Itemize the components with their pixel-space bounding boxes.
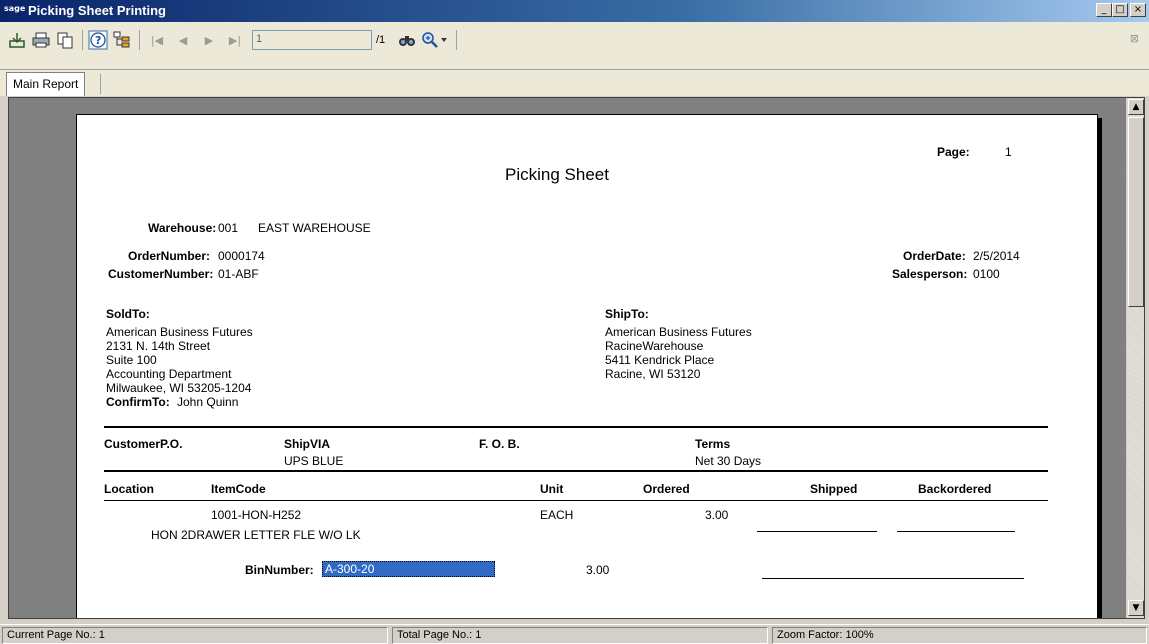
first-page-icon[interactable]: |◀ <box>147 34 167 47</box>
col-ordered: Ordered <box>643 482 690 496</box>
ship-to-line: 5411 Kendrick Place <box>605 353 715 367</box>
bin-shipped-blank <box>762 578 1024 579</box>
salesperson: 0100 <box>973 267 1000 281</box>
col-backordered: Backordered <box>918 482 992 496</box>
scroll-thumb[interactable] <box>1128 117 1144 307</box>
ship-to-line: Racine, WI 53120 <box>605 367 701 381</box>
toolbar-separator <box>139 30 140 50</box>
close-button[interactable]: × <box>1130 3 1146 17</box>
bin-quantity: 3.00 <box>586 563 610 577</box>
close-report-icon[interactable]: ⊠ <box>1130 32 1139 45</box>
line-unit: EACH <box>540 508 574 522</box>
zoom-icon[interactable] <box>420 29 450 51</box>
svg-text:?: ? <box>95 34 101 47</box>
report-tabs: Main Report <box>0 70 1149 96</box>
previous-page-icon[interactable]: ◀ <box>173 34 193 47</box>
window-title: Picking Sheet Printing <box>28 3 166 18</box>
order-number-label: OrderNumber: <box>128 249 211 263</box>
toolbar-separator <box>456 30 457 50</box>
col-unit: Unit <box>540 482 564 496</box>
page-number: 1 <box>1005 145 1012 159</box>
order-number: 0000174 <box>218 249 265 263</box>
order-date: 2/5/2014 <box>973 249 1020 263</box>
sage-logo: sage <box>4 4 26 13</box>
tab-main-report[interactable]: Main Report <box>6 72 86 96</box>
last-page-icon[interactable]: ▶| <box>225 34 245 47</box>
toolbar-separator <box>82 30 83 50</box>
ship-via-label: ShipVIA <box>284 437 331 451</box>
customer-number-label: CustomerNumber: <box>108 267 214 281</box>
scroll-down-icon[interactable]: ▼ <box>1128 600 1144 616</box>
ship-to-line: RacineWarehouse <box>605 339 704 353</box>
terms-label: Terms <box>695 437 731 451</box>
report-title: Picking Sheet <box>505 165 609 184</box>
backordered-blank <box>897 531 1015 532</box>
warehouse-code: 001 <box>218 221 239 235</box>
divider <box>104 426 1048 428</box>
order-date-label: OrderDate: <box>903 249 966 263</box>
report-toolbar: ? |◀ ◀ ▶ ▶| 1 /1 ⊠ <box>0 22 1149 70</box>
minimize-button[interactable]: _ <box>1096 3 1112 17</box>
terms: Net 30 Days <box>695 454 762 468</box>
tab-separator <box>100 74 101 94</box>
line-description: HON 2DRAWER LETTER FLE W/O LK <box>151 528 361 542</box>
report-viewer[interactable]: Page: 1 Picking Sheet Warehouse: 001 EAS… <box>8 97 1145 619</box>
bin-number-label: BinNumber: <box>245 563 314 577</box>
total-page-status: Total Page No.: 1 <box>392 627 768 644</box>
divider <box>104 500 1048 501</box>
report-page: Page: 1 Picking Sheet Warehouse: 001 EAS… <box>76 114 1098 618</box>
ship-to-label: ShipTo: <box>605 307 649 321</box>
shipped-blank <box>757 531 877 532</box>
ship-to-line: American Business Futures <box>605 325 752 339</box>
page-number-input[interactable]: 1 <box>252 30 372 50</box>
col-shipped: Shipped <box>810 482 858 496</box>
zoom-status: Zoom Factor: 100% <box>772 627 1147 644</box>
window-controls: _ □ × <box>1096 3 1146 17</box>
find-icon[interactable] <box>396 29 418 51</box>
warehouse-name: EAST WAREHOUSE <box>258 221 371 235</box>
page-total: /1 <box>376 34 386 46</box>
sold-to-label: SoldTo: <box>106 307 150 321</box>
current-page-status: Current Page No.: 1 <box>2 627 388 644</box>
export-icon[interactable] <box>6 29 28 51</box>
confirm-to: John Quinn <box>177 395 239 409</box>
sold-to-line: Milwaukee, WI 53205-1204 <box>106 381 252 395</box>
customer-po-label: CustomerP.O. <box>104 437 183 451</box>
col-item-code: ItemCode <box>211 482 266 496</box>
group-tree-icon[interactable] <box>111 29 133 51</box>
salesperson-label: Salesperson: <box>892 267 968 281</box>
sold-to-line: Accounting Department <box>106 367 232 381</box>
vertical-scrollbar[interactable]: ▲ ▼ <box>1126 98 1144 618</box>
confirm-to-label: ConfirmTo: <box>106 395 170 409</box>
warehouse-label: Warehouse: <box>148 221 217 235</box>
copy-icon[interactable] <box>54 29 76 51</box>
ship-via: UPS BLUE <box>284 454 344 468</box>
print-icon[interactable] <box>30 29 52 51</box>
help-icon[interactable]: ? <box>87 29 109 51</box>
sold-to-line: 2131 N. 14th Street <box>106 339 211 353</box>
line-item-code: 1001-HON-H252 <box>211 508 302 522</box>
bin-number-field[interactable]: A-300-20 <box>322 561 495 577</box>
fob-label: F. O. B. <box>479 437 520 451</box>
next-page-icon[interactable]: ▶ <box>199 34 219 47</box>
divider <box>104 470 1048 472</box>
sold-to-line: Suite 100 <box>106 353 157 367</box>
col-location: Location <box>104 482 154 496</box>
title-bar: sage Picking Sheet Printing _ □ × <box>0 0 1149 22</box>
line-ordered: 3.00 <box>705 508 729 522</box>
maximize-button[interactable]: □ <box>1112 3 1128 17</box>
scroll-up-icon[interactable]: ▲ <box>1128 99 1144 115</box>
page-label: Page: <box>937 145 970 159</box>
status-bar: Current Page No.: 1 Total Page No.: 1 Zo… <box>0 624 1149 644</box>
sold-to-line: American Business Futures <box>106 325 253 339</box>
customer-number: 01-ABF <box>218 267 259 281</box>
